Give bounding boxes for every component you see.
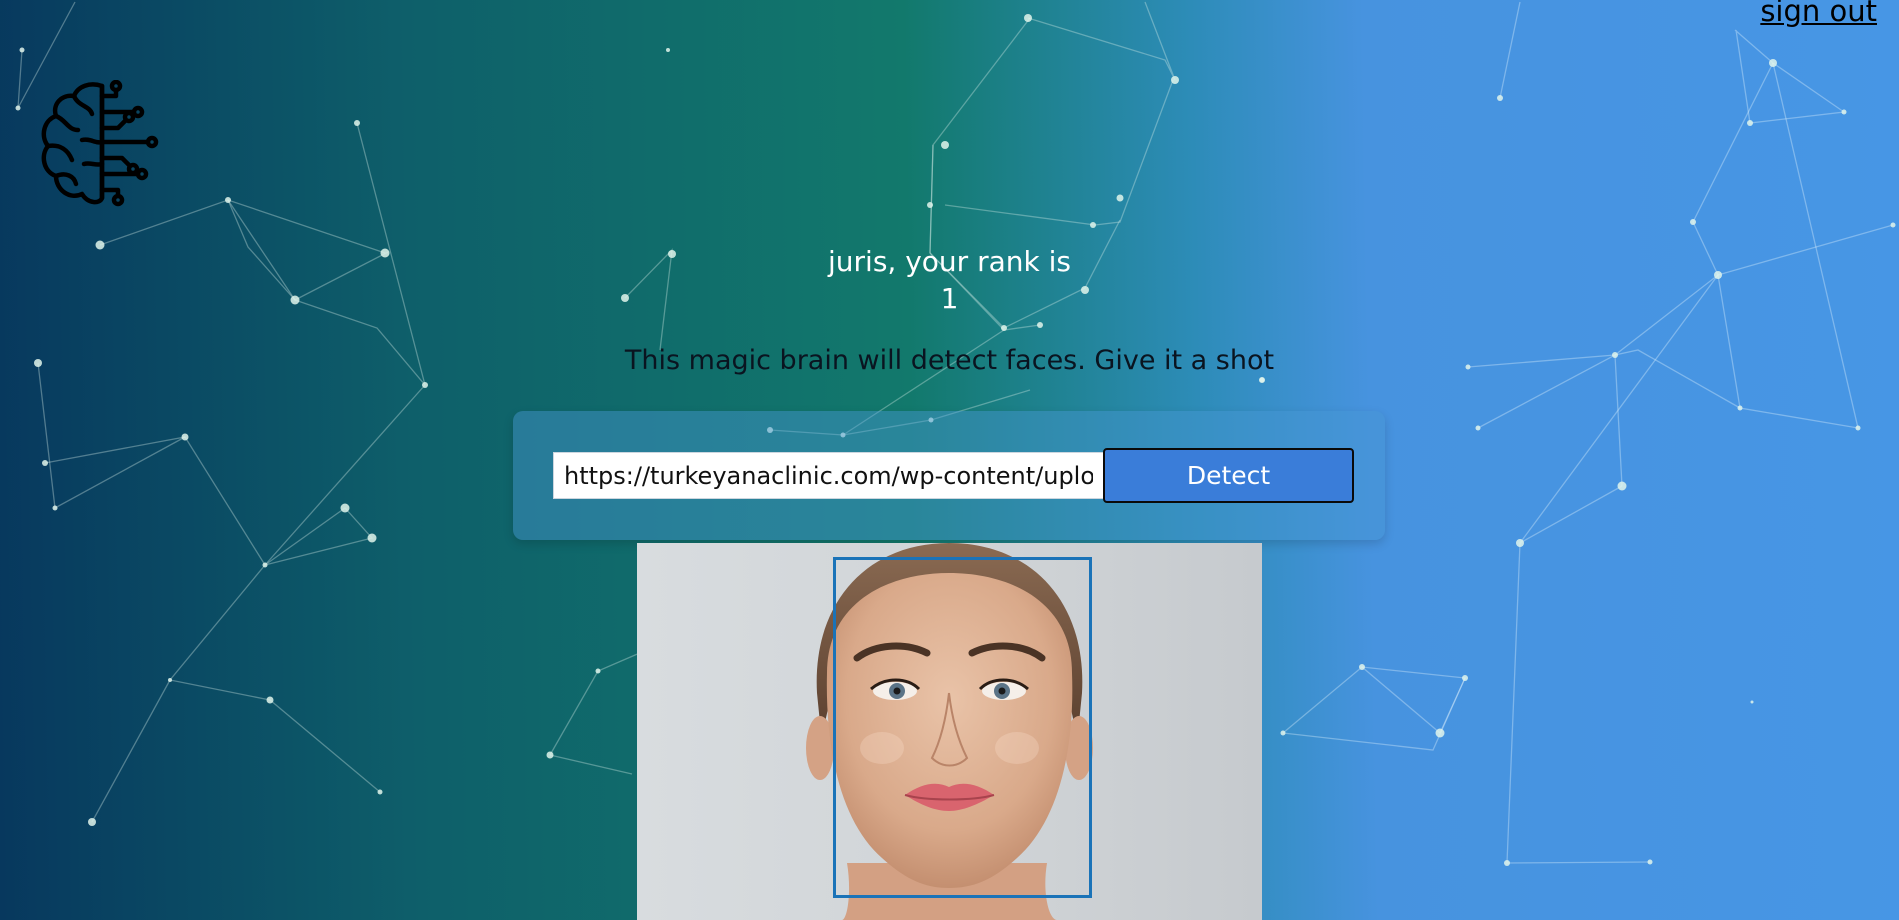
- tagline: This magic brain will detect faces. Give…: [624, 345, 1275, 376]
- sign-out-link[interactable]: sign out: [1760, 0, 1877, 28]
- brain-circuit-icon: [41, 79, 159, 207]
- rank-title: juris, your rank is: [828, 245, 1071, 278]
- rank-value: 1: [940, 282, 959, 315]
- brain-logo: [38, 79, 166, 208]
- face-bounding-box: [833, 557, 1092, 898]
- image-url-input[interactable]: [553, 452, 1104, 499]
- detect-button[interactable]: Detect: [1103, 448, 1354, 503]
